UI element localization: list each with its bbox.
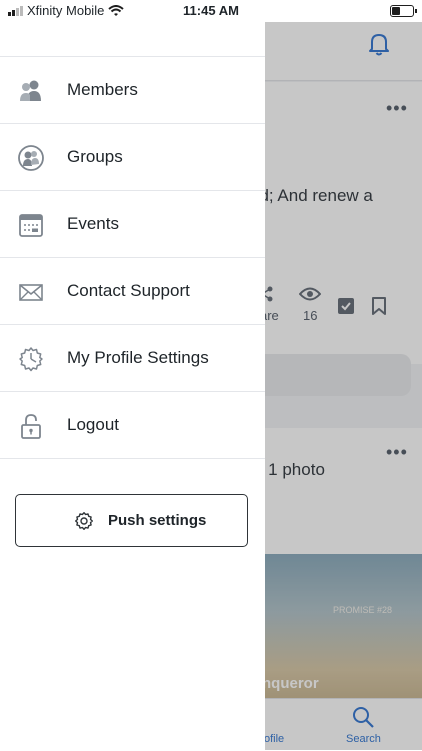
profile-settings-icon — [19, 347, 43, 372]
menu-item-profile-settings[interactable]: My Profile Settings — [0, 325, 265, 392]
menu-item-contact-support[interactable]: Contact Support — [0, 258, 265, 325]
unlock-icon — [21, 414, 41, 439]
battery-icon — [390, 5, 417, 17]
envelope-icon — [19, 284, 43, 301]
menu-label: Members — [67, 80, 138, 99]
menu-item-members[interactable]: Members — [0, 57, 265, 124]
menu-label: My Profile Settings — [67, 348, 209, 367]
calendar-icon — [19, 214, 43, 237]
gear-icon — [75, 511, 93, 530]
menu-label: Events — [67, 214, 119, 233]
menu-item-events[interactable]: Events — [0, 191, 265, 258]
status-bar: Xfinity Mobile 11:45 AM — [0, 0, 422, 22]
side-drawer: Members Groups Events Contact Support My… — [0, 22, 265, 750]
push-settings-button[interactable]: Push settings — [15, 494, 248, 547]
drawer-header — [0, 22, 265, 57]
menu-label: Contact Support — [67, 281, 190, 300]
menu-label: Logout — [67, 415, 119, 434]
push-settings-label: Push settings — [108, 512, 207, 529]
menu-item-logout[interactable]: Logout — [0, 392, 265, 459]
members-icon — [20, 80, 41, 101]
menu-label: Groups — [67, 147, 123, 166]
groups-icon — [18, 145, 44, 171]
menu-item-groups[interactable]: Groups — [0, 124, 265, 191]
clock: 11:45 AM — [183, 3, 239, 18]
